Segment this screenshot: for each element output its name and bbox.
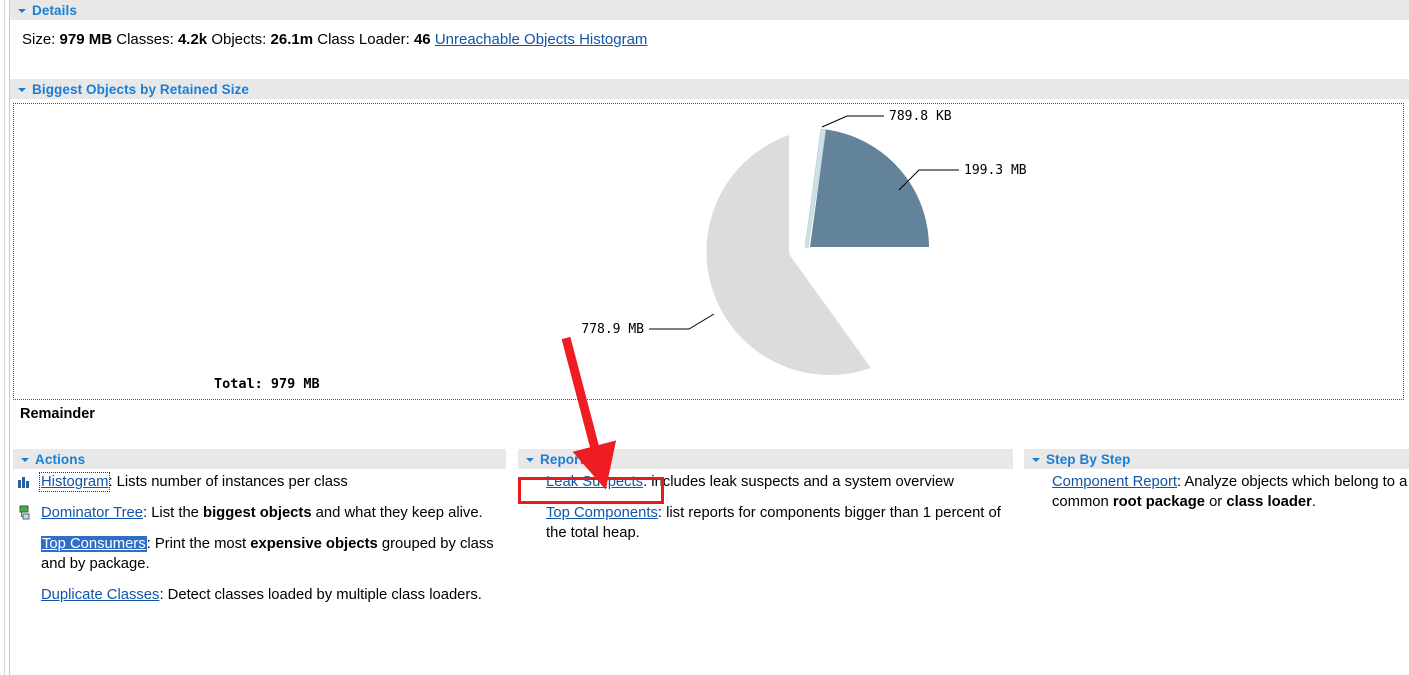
dominator-tree-icon [17,505,33,521]
chevron-down-icon[interactable] [16,83,29,96]
list-item: Histogram: Lists number of instances per… [13,472,506,492]
description-text: and what they keep alive. [311,505,483,521]
step-by-step-title: Step By Step [1046,451,1131,467]
histogram-icon [17,474,33,490]
chevron-down-icon[interactable] [16,4,29,17]
chart-legend-remainder: Remainder [20,406,95,422]
actions-link-3[interactable]: Duplicate Classes [41,587,159,603]
list-item: Top Components: list reports for compone… [518,503,1013,543]
emphasis-text: biggest objects [203,505,312,521]
classloader-label: Class Loader: [317,31,410,48]
description-text: . [1311,494,1317,510]
description-text: : Print the most [146,536,251,552]
reports-link-0[interactable]: Leak Suspects [546,474,643,490]
left-frame-border [0,0,10,675]
actions-link-0[interactable]: Histogram [38,472,111,492]
list-item: Component Report: Analyze objects which … [1024,472,1409,512]
objects-value: 26.1m [270,31,314,48]
steps-link-0[interactable]: Component Report [1052,474,1177,490]
reports-link-1[interactable]: Top Components [546,505,658,521]
emphasis-text: class loader [1226,494,1312,510]
emphasis-text: expensive objects [250,536,378,552]
description-text: : includes leak suspects and a system ov… [643,474,954,490]
unreachable-objects-histogram-link[interactable]: Unreachable Objects Histogram [435,31,648,48]
leader-line-789-8-kb [821,115,884,128]
list-item: Dominator Tree: List the biggest objects… [13,503,506,523]
actions-link-1[interactable]: Dominator Tree [41,505,143,521]
pie-chart-svg: 789.8 KB 199.3 MB 778.9 MB Total: 979 MB [214,109,1027,392]
reports-section-header[interactable]: Reports [518,449,1013,470]
chevron-down-icon[interactable] [19,453,32,466]
classes-value: 4.2k [177,31,208,48]
size-value: 979 MB [59,31,113,48]
description-text: : List the [142,505,204,521]
list-item: Top Consumers: Print the most expensive … [13,534,506,574]
actions-section-header[interactable]: Actions [13,449,506,470]
actions-list: Histogram: Lists number of instances per… [13,472,506,616]
actions-link-2[interactable]: Top Consumers [41,536,147,552]
details-section-body: Size: 979 MB Classes: 4.2k Objects: 26.1… [10,21,1409,75]
step-by-step-list: Component Report: Analyze objects which … [1024,472,1409,523]
pie-slice-199-3-mb [810,129,929,247]
chevron-down-icon[interactable] [1030,453,1043,466]
classloader-value: 46 [413,31,431,48]
details-title: Details [32,2,77,18]
description-text: : Detect classes loaded by multiple clas… [159,587,482,603]
chevron-down-icon[interactable] [524,453,537,466]
size-label: Size: [22,31,56,48]
description-text: : Lists number of instances per class [108,474,348,490]
reports-list: Leak Suspects: includes leak suspects an… [518,472,1013,554]
reports-title: Reports [540,451,592,467]
pie-total-label: Total: 979 MB [214,376,320,392]
list-item: Leak Suspects: includes leak suspects an… [518,472,1013,492]
classes-label: Classes: [116,31,174,48]
step-by-step-section-header[interactable]: Step By Step [1024,449,1409,470]
pie-label-199-3-mb: 199.3 MB [964,163,1027,178]
list-item: Duplicate Classes: Detect classes loaded… [13,585,506,605]
actions-title: Actions [35,451,86,467]
retained-size-pie-chart[interactable]: 789.8 KB 199.3 MB 778.9 MB Total: 979 MB [13,103,1404,400]
pie-label-778-9-mb: 778.9 MB [581,322,644,337]
biggest-objects-title: Biggest Objects by Retained Size [32,81,250,97]
emphasis-text: root package [1112,494,1205,510]
biggest-objects-section-header[interactable]: Biggest Objects by Retained Size [10,79,1409,100]
leader-line-778-9-mb [649,313,715,330]
objects-label: Objects: [211,31,267,48]
description-text: or [1204,494,1227,510]
pie-label-789-8-kb: 789.8 KB [889,109,952,124]
heap-summary-line: Size: 979 MB Classes: 4.2k Objects: 26.1… [22,31,647,48]
details-section-header[interactable]: Details [10,0,1409,21]
